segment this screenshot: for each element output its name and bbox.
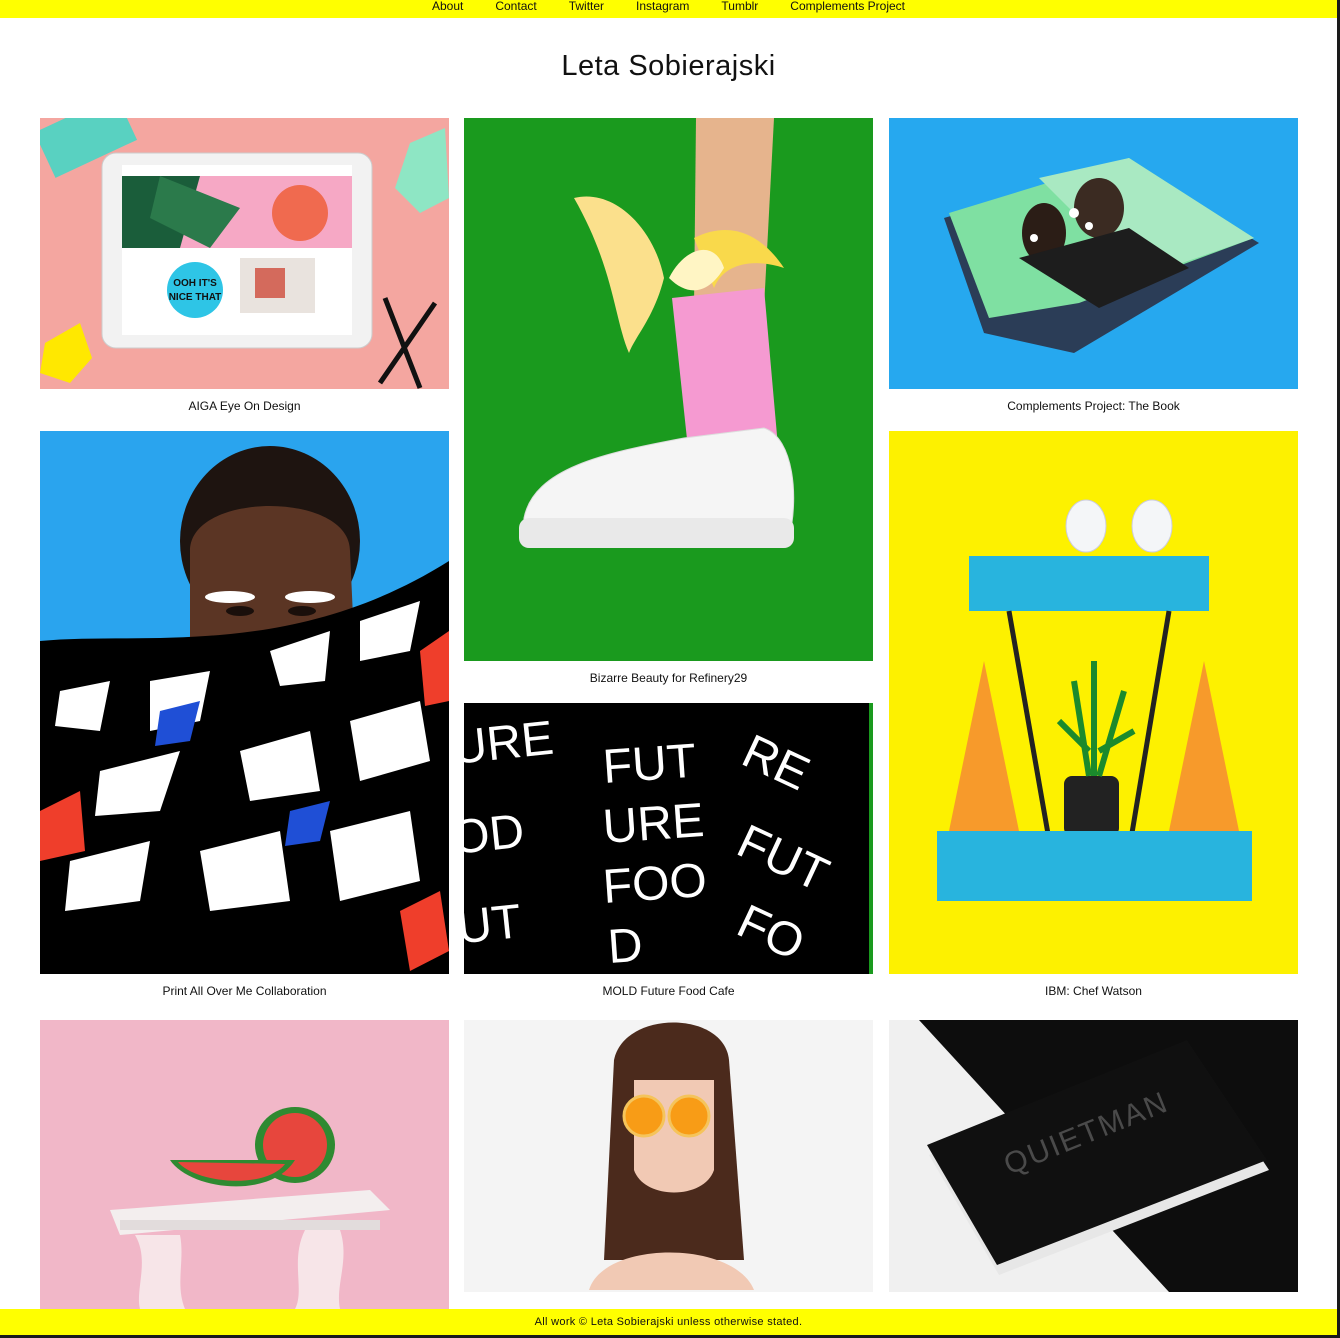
orange-eyes-portrait-image <box>464 1020 873 1292</box>
project-tile-mold-future-food[interactable]: FUT URE FOO D URE OD UT RE FUT FO <box>464 703 873 974</box>
nav-link-tumblr[interactable]: Tumblr <box>721 0 758 12</box>
project-tile-print-all-over-me[interactable] <box>40 431 449 974</box>
site-footer: All work © Leta Sobierajski unless other… <box>0 1309 1337 1335</box>
nav-link-instagram[interactable]: Instagram <box>636 0 689 12</box>
svg-text:OOH IT'S: OOH IT'S <box>173 278 217 289</box>
caption-bizarre-beauty: Bizarre Beauty for Refinery29 <box>589 671 748 685</box>
caption-mold-future-food: MOLD Future Food Cafe <box>602 984 735 998</box>
svg-text:D: D <box>606 919 644 974</box>
aiga-tablet-image: OOH IT'S NICE THAT <box>40 118 449 389</box>
patterned-scarf-portrait-image <box>40 431 449 974</box>
svg-text:URE: URE <box>464 712 556 775</box>
future-food-posters-image: FUT URE FOO D URE OD UT RE FUT FO <box>464 703 873 974</box>
project-tile-orange-eyes[interactable] <box>464 1020 873 1292</box>
project-tile-ibm-chef-watson[interactable] <box>889 431 1298 974</box>
svg-text:FOO: FOO <box>601 854 708 914</box>
nav-link-twitter[interactable]: Twitter <box>569 0 604 12</box>
nav-link-contact[interactable]: Contact <box>495 0 536 12</box>
caption-complements-book: Complements Project: The Book <box>1007 399 1180 413</box>
nav-link-complements-project[interactable]: Complements Project <box>790 0 905 12</box>
sculpture-eggs-image <box>889 431 1298 974</box>
top-navigation: About Contact Twitter Instagram Tumblr C… <box>0 0 1337 18</box>
quietman-cards-image: QUIETMAN <box>889 1020 1298 1292</box>
caption-print-all-over-me: Print All Over Me Collaboration <box>162 984 327 998</box>
caption-ibm-chef-watson: IBM: Chef Watson <box>1045 984 1142 998</box>
project-tile-aiga[interactable]: OOH IT'S NICE THAT <box>40 118 449 389</box>
svg-text:NICE THAT: NICE THAT <box>169 292 222 303</box>
svg-text:UT: UT <box>464 895 524 954</box>
caption-aiga: AIGA Eye On Design <box>188 399 301 413</box>
project-tile-watermelon[interactable] <box>40 1020 449 1309</box>
svg-text:FUT: FUT <box>601 735 698 794</box>
nav-link-about[interactable]: About <box>432 0 463 12</box>
svg-text:OD: OD <box>464 805 527 865</box>
svg-text:URE: URE <box>601 794 706 854</box>
project-tile-quietman[interactable]: QUIETMAN <box>889 1020 1298 1292</box>
project-tile-complements-book[interactable] <box>889 118 1298 389</box>
footer-copyright: All work © Leta Sobierajski unless other… <box>534 1316 803 1328</box>
book-image <box>889 118 1298 389</box>
site-title: Leta Sobierajski <box>561 50 776 82</box>
watermelon-stool-image <box>40 1020 449 1309</box>
banana-sneaker-image <box>464 118 873 661</box>
project-tile-bizarre-beauty[interactable] <box>464 118 873 661</box>
